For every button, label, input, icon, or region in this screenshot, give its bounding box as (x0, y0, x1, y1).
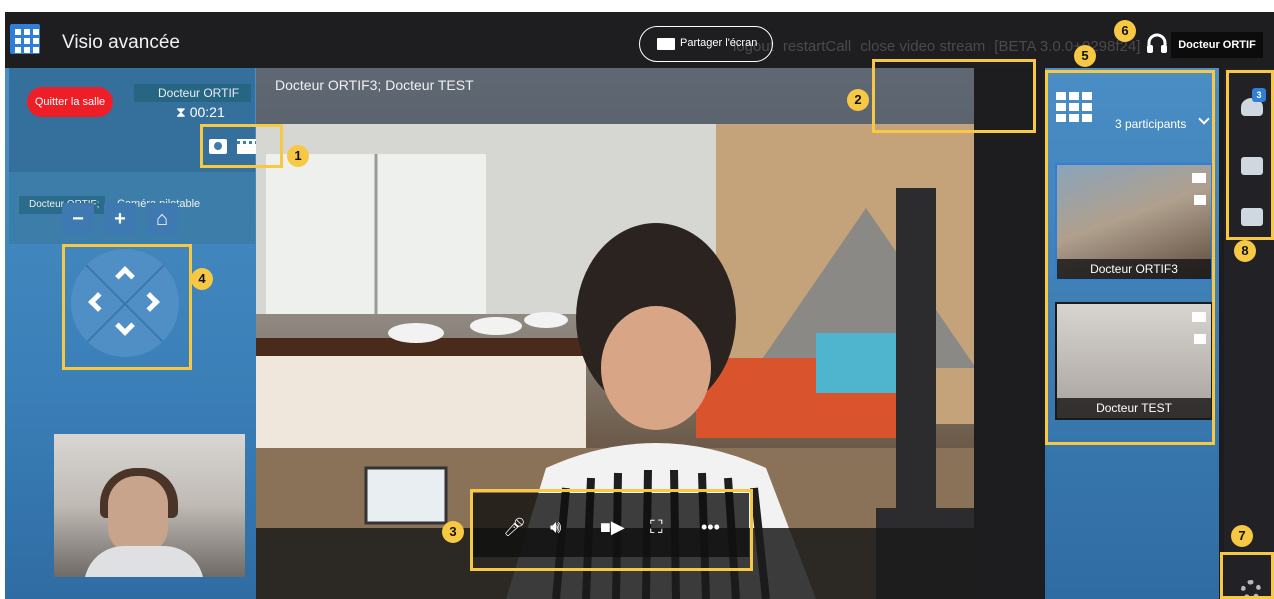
callout-box-4 (62, 244, 192, 370)
quit-room-button[interactable]: Quitter la salle (27, 87, 113, 117)
callout-box-3 (470, 489, 753, 571)
page: Visio avancée logout restartCall close v… (0, 0, 1274, 599)
callout-number-7: 7 (1231, 525, 1253, 547)
share-screen-label: Partager l'écran (680, 37, 758, 49)
self-body (84, 546, 204, 577)
call-timer: ⧗ 00:21 (176, 104, 225, 121)
share-screen-icon (657, 38, 675, 50)
hourglass-icon: ⧗ (176, 104, 190, 120)
home-button[interactable]: ⌂ (146, 203, 178, 235)
zoom-out-button[interactable]: − (62, 203, 94, 235)
participant-names: Docteur ORTIF3; Docteur TEST (275, 77, 474, 93)
restart-call-link[interactable]: restartCall (783, 38, 851, 55)
callout-number-8: 8 (1234, 240, 1256, 262)
apps-grid-icon[interactable] (10, 24, 40, 54)
app-title: Visio avancée (62, 32, 180, 53)
callout-number-3: 3 (442, 521, 464, 543)
headset-icon[interactable] (1145, 32, 1169, 54)
callout-number-2: 2 (847, 89, 869, 111)
timer-value: 00:21 (189, 104, 225, 120)
version-label: [BETA 3.0.0+0298f24] (994, 38, 1141, 55)
callout-box-5 (1045, 70, 1215, 445)
callout-number-5: 5 (1074, 45, 1096, 67)
callout-box-1 (200, 124, 283, 168)
self-view-video (54, 434, 245, 577)
callout-box-2 (872, 59, 1036, 133)
callout-box-8 (1226, 70, 1274, 240)
share-screen-button[interactable]: Partager l'écran (639, 26, 773, 62)
callout-number-1: 1 (287, 145, 309, 167)
callout-box-7 (1220, 552, 1274, 599)
callout-number-6: 6 (1114, 20, 1136, 42)
callout-number-4: 4 (191, 268, 213, 290)
self-face (108, 476, 168, 554)
app-window: Visio avancée logout restartCall close v… (5, 12, 1274, 599)
user-name[interactable]: Docteur ORTIF (1171, 32, 1263, 58)
zoom-in-button[interactable]: + (104, 203, 136, 235)
close-video-stream-link[interactable]: close video stream (860, 38, 985, 55)
doctor-name: Docteur ORTIF (134, 84, 251, 102)
